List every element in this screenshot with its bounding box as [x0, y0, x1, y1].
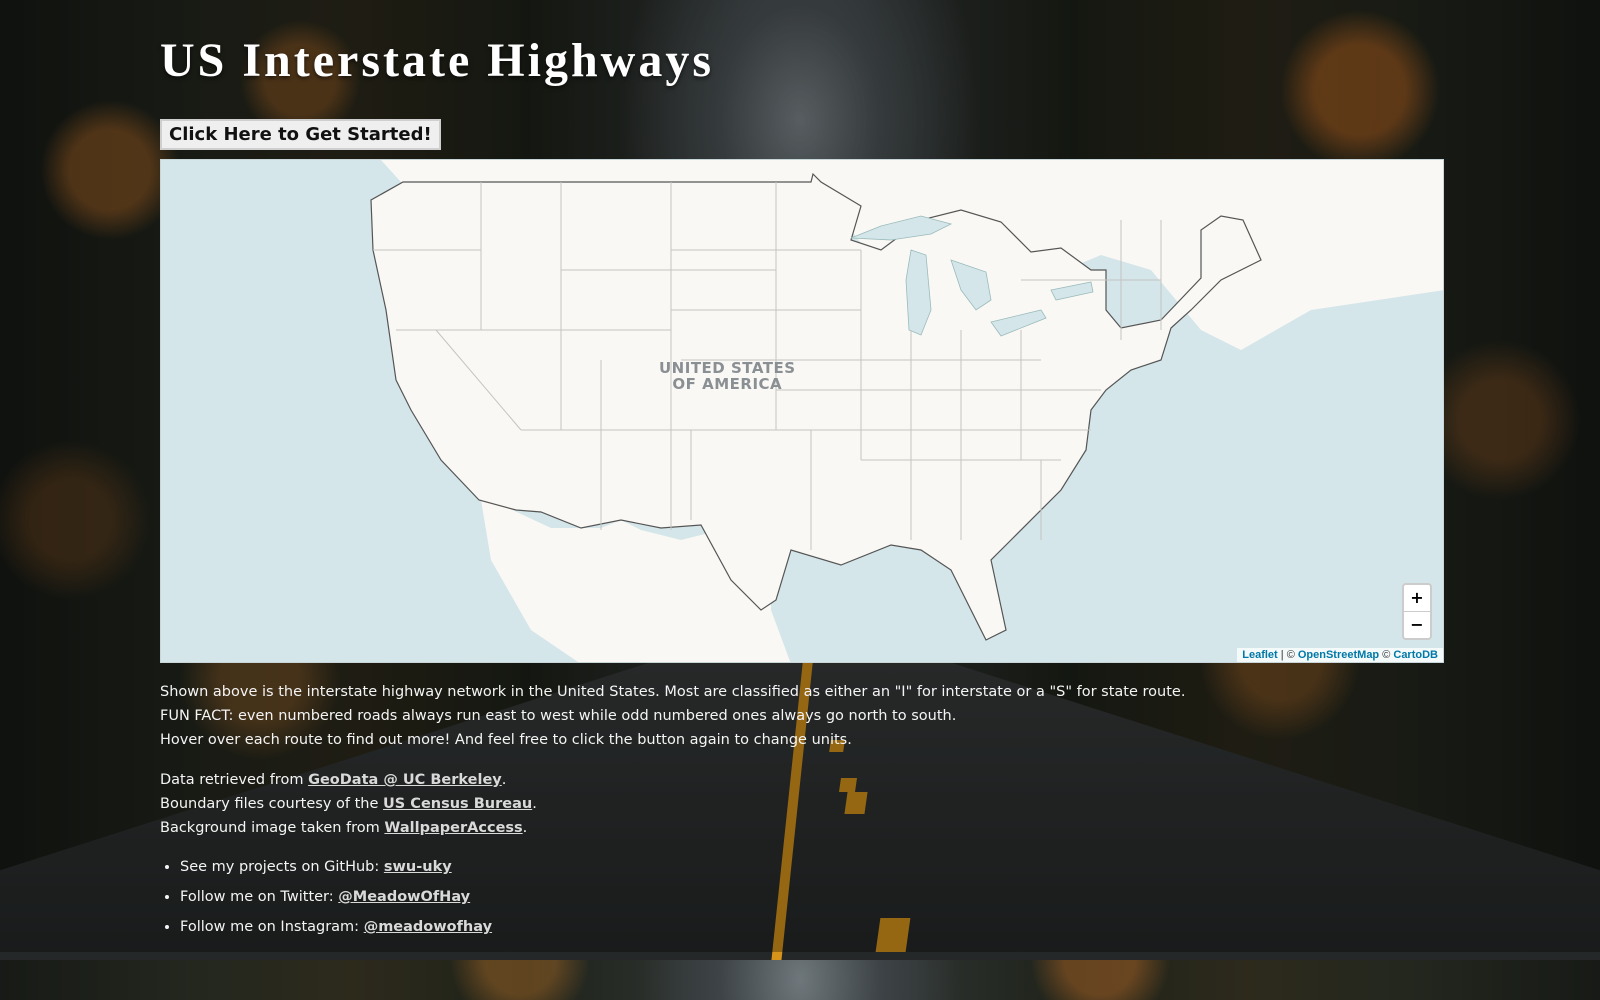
- main-content: US Interstate Highways Click Here to Get…: [160, 0, 1444, 942]
- period: .: [522, 820, 528, 836]
- credits-section: Data retrieved from GeoData @ UC Berkele…: [160, 768, 1444, 840]
- description-section: Shown above is the interstate highway ne…: [160, 680, 1444, 942]
- map-attribution: Leaflet | © OpenStreetMap © CartoDB: [1237, 648, 1443, 662]
- credit-background: Background image taken from WallpaperAcc…: [160, 816, 1444, 840]
- attribution-separator: | ©: [1277, 649, 1298, 661]
- social-twitter-text: Follow me on Twitter:: [180, 889, 339, 905]
- instagram-link[interactable]: @meadowofhay: [364, 919, 492, 935]
- leaflet-link[interactable]: Leaflet: [1242, 649, 1277, 661]
- description-line: FUN FACT: even numbered roads always run…: [160, 708, 957, 724]
- social-item-github: See my projects on GitHub: swu-uky: [180, 852, 1444, 882]
- period: .: [501, 772, 507, 788]
- period: .: [532, 796, 537, 812]
- credit-boundary: Boundary files courtesy of the US Census…: [160, 792, 1444, 816]
- page-title: US Interstate Highways: [160, 34, 714, 87]
- description-line: Shown above is the interstate highway ne…: [160, 684, 1186, 700]
- description-line: Hover over each route to find out more! …: [160, 732, 852, 748]
- social-item-instagram: Follow me on Instagram: @meadowofhay: [180, 912, 1444, 942]
- github-link[interactable]: swu-uky: [384, 859, 452, 875]
- census-bureau-link[interactable]: US Census Bureau: [383, 796, 532, 812]
- social-github-text: See my projects on GitHub:: [180, 859, 384, 875]
- zoom-in-button[interactable]: +: [1404, 585, 1430, 611]
- openstreetmap-link[interactable]: OpenStreetMap: [1298, 649, 1379, 661]
- attribution-separator: ©: [1379, 649, 1394, 661]
- credit-data-text: Data retrieved from: [160, 772, 309, 788]
- credit-background-text: Background image taken from: [160, 820, 385, 836]
- social-links: See my projects on GitHub: swu-uky Follo…: [160, 852, 1444, 942]
- map-label-line1: UNITED STATES: [659, 359, 796, 377]
- twitter-link[interactable]: @MeadowOfHay: [338, 889, 470, 905]
- map-country-label: UNITED STATES OF AMERICA: [659, 360, 796, 392]
- zoom-out-button[interactable]: −: [1404, 611, 1430, 638]
- map-basemap: [161, 160, 1443, 662]
- cartodb-link[interactable]: CartoDB: [1393, 649, 1438, 661]
- map-label-line2: OF AMERICA: [672, 375, 783, 393]
- credit-data: Data retrieved from GeoData @ UC Berkele…: [160, 768, 1444, 792]
- social-instagram-text: Follow me on Instagram:: [180, 919, 364, 935]
- zoom-control: + −: [1402, 583, 1432, 640]
- get-started-button[interactable]: Click Here to Get Started!: [160, 119, 441, 150]
- geodata-link[interactable]: GeoData @ UC Berkeley: [308, 772, 502, 788]
- credit-boundary-text: Boundary files courtesy of the: [160, 796, 384, 812]
- highway-map[interactable]: UNITED STATES OF AMERICA + − Leaflet | ©…: [160, 159, 1444, 663]
- social-item-twitter: Follow me on Twitter: @MeadowOfHay: [180, 882, 1444, 912]
- wallpaperaccess-link[interactable]: WallpaperAccess: [384, 820, 522, 836]
